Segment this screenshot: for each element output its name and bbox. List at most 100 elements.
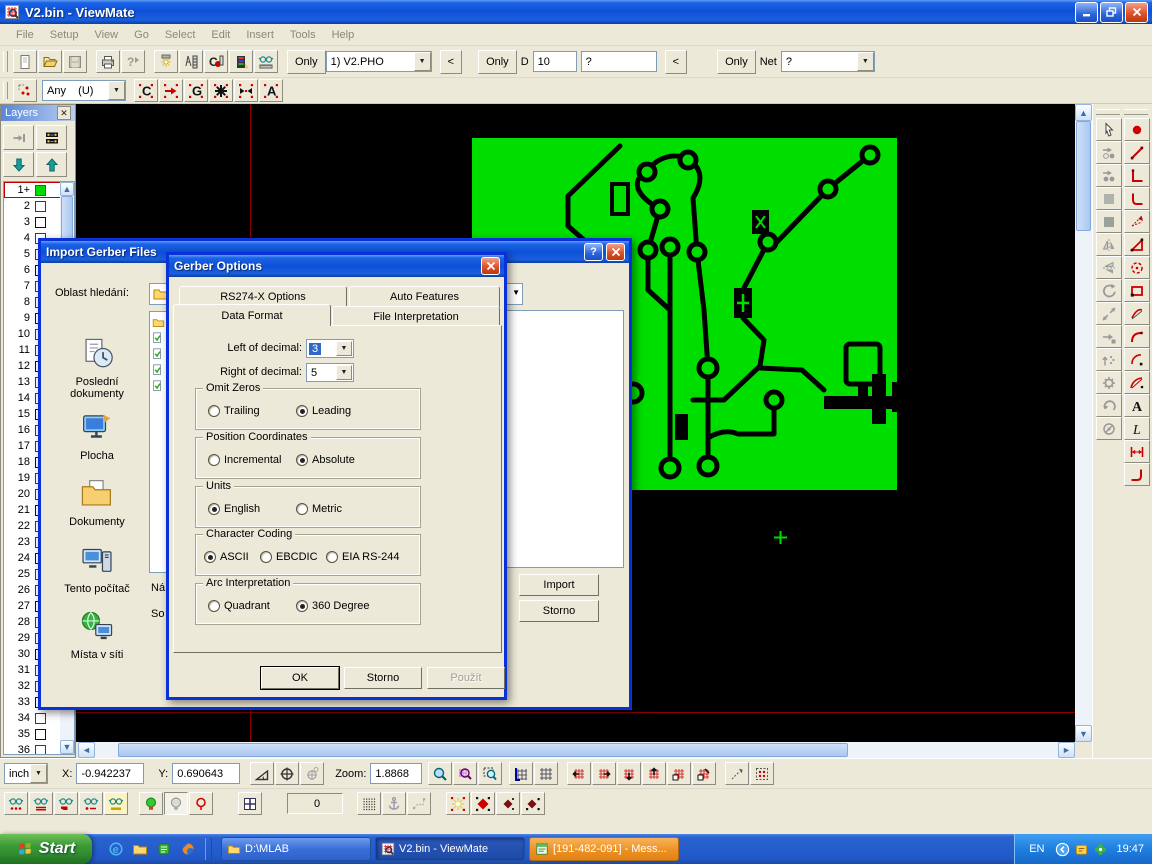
- flash-pad-2-button[interactable]: [496, 792, 520, 815]
- gerber-close-button[interactable]: [481, 257, 500, 275]
- mirror-horizontal-button[interactable]: [1096, 256, 1122, 279]
- settings-gear-button[interactable]: [1096, 371, 1122, 394]
- draw-rectangle-button[interactable]: [1124, 279, 1150, 302]
- draw-chord-button[interactable]: [1124, 302, 1150, 325]
- zoom-in-button[interactable]: [428, 762, 452, 785]
- save-file-button[interactable]: [63, 50, 87, 73]
- select-c-button[interactable]: C: [134, 79, 158, 102]
- gerber-dialog-titlebar[interactable]: Gerber Options: [169, 255, 504, 277]
- bulb-probe-button[interactable]: [189, 792, 213, 815]
- quicklaunch-firefox-icon[interactable]: [178, 839, 198, 859]
- layer-color-swatch[interactable]: [35, 201, 46, 212]
- selected-files-list[interactable]: [500, 310, 624, 568]
- layer-select[interactable]: 1) V2.PHO ▼: [326, 51, 432, 72]
- copy-selection-button[interactable]: [1096, 164, 1122, 187]
- menu-go[interactable]: Go: [126, 26, 157, 44]
- select-pads-button[interactable]: [234, 79, 258, 102]
- radio-360-degree[interactable]: 360 Degree: [296, 600, 370, 612]
- canvas-horizontal-scrollbar[interactable]: ◄ ►: [78, 742, 1075, 758]
- layer-scroll-down[interactable]: ▼: [60, 740, 74, 754]
- look-in-dropdown-icon[interactable]: ▼: [512, 288, 520, 297]
- draw-corner-button[interactable]: [1124, 187, 1150, 210]
- radio-leading[interactable]: Leading: [296, 405, 351, 417]
- radio-ebcdic[interactable]: EBCDIC: [260, 551, 318, 563]
- radio-trailing[interactable]: Trailing: [208, 405, 260, 417]
- mirror-vertical-button[interactable]: [1096, 233, 1122, 256]
- draw-circle-button[interactable]: [1124, 256, 1150, 279]
- place-recent-documents[interactable]: Poslední dokumenty: [49, 337, 145, 400]
- dcode-filter-input[interactable]: ?: [581, 51, 657, 72]
- draw-triangle-button[interactable]: [1124, 233, 1150, 256]
- path-points-button[interactable]: [407, 792, 431, 815]
- layer-color-swatch[interactable]: [35, 729, 46, 740]
- close-button[interactable]: [1125, 2, 1148, 23]
- apply-button[interactable]: Použít: [427, 667, 505, 689]
- dcode-input[interactable]: 10: [533, 51, 577, 72]
- window-grid-button[interactable]: [238, 792, 262, 815]
- only-net-button[interactable]: Only: [717, 50, 756, 74]
- taskbar-button-v2-bin-viewmate[interactable]: V2.bin - ViewMate: [375, 837, 525, 861]
- quicklaunch-folder-icon[interactable]: [130, 839, 150, 859]
- dialog-help-button[interactable]: ?: [584, 243, 603, 261]
- menu-setup[interactable]: Setup: [42, 26, 87, 44]
- draw-arc-chord-button[interactable]: [1124, 371, 1150, 394]
- bulb-on-button[interactable]: [139, 792, 163, 815]
- view-traces-button[interactable]: [29, 792, 53, 815]
- view-pads-button[interactable]: [4, 792, 28, 815]
- dialog-close-button[interactable]: [606, 243, 625, 261]
- radio-ascii[interactable]: ASCII: [204, 551, 249, 563]
- place-computer[interactable]: Tento počítač: [49, 544, 145, 595]
- dock-arrow-button[interactable]: [3, 125, 34, 150]
- draw-arc-corner-button[interactable]: [1124, 325, 1150, 348]
- origin-relative-button[interactable]: [300, 762, 324, 785]
- context-help-button[interactable]: ?: [121, 50, 145, 73]
- grid-pan-right-button[interactable]: [592, 762, 616, 785]
- palette-grip-2[interactable]: [1124, 109, 1148, 115]
- radio-incremental[interactable]: Incremental: [208, 454, 281, 466]
- new-file-button[interactable]: [13, 50, 37, 73]
- palette-grip[interactable]: [1096, 109, 1120, 115]
- grid-plain-button[interactable]: [534, 762, 558, 785]
- tab-file-interpretation[interactable]: File Interpretation: [332, 306, 500, 326]
- layers-close-icon[interactable]: ✕: [57, 106, 71, 120]
- right-of-decimal-dropdown[interactable]: ▼: [336, 365, 352, 380]
- draw-polyline-button[interactable]: [1124, 164, 1150, 187]
- grid-pan-up-button[interactable]: [642, 762, 666, 785]
- import-cancel-button[interactable]: Storno: [519, 600, 599, 622]
- inspect-glasses-button[interactable]: [254, 50, 278, 73]
- menu-tools[interactable]: Tools: [282, 26, 324, 44]
- select-cursor-button[interactable]: [1096, 118, 1122, 141]
- draw-fanout-button[interactable]: [1124, 210, 1150, 233]
- draw-line-button[interactable]: [1124, 141, 1150, 164]
- tray-clover[interactable]: [1093, 842, 1108, 857]
- flash-burst-button[interactable]: [446, 792, 470, 815]
- layer-color-swatch[interactable]: [35, 713, 46, 724]
- view-outlines-button[interactable]: [79, 792, 103, 815]
- prev-layer-button[interactable]: <: [440, 50, 462, 74]
- select-a-button[interactable]: A: [259, 79, 283, 102]
- place-network[interactable]: Místa v síti: [49, 610, 145, 661]
- view-shapes-button[interactable]: [54, 792, 78, 815]
- place-desktop[interactable]: Plocha: [49, 411, 145, 462]
- start-button[interactable]: Start: [0, 834, 92, 864]
- scroll-left-button[interactable]: ◄: [78, 742, 95, 758]
- fill-square-button[interactable]: [1096, 187, 1122, 210]
- layer-films-button[interactable]: [36, 125, 67, 150]
- resize-button[interactable]: [1096, 302, 1122, 325]
- zoom-value[interactable]: 1.8868: [370, 763, 422, 784]
- unit-dropdown[interactable]: ▼: [30, 764, 47, 783]
- grid-frame-button[interactable]: [509, 762, 533, 785]
- select-g-button[interactable]: G: [184, 79, 208, 102]
- zoom-grid-button[interactable]: [453, 762, 477, 785]
- menu-help[interactable]: Help: [324, 26, 363, 44]
- selection-mode-select[interactable]: Any (U) ▼: [42, 80, 126, 101]
- transform-button[interactable]: [1096, 325, 1122, 348]
- grid-pan-left-button[interactable]: [567, 762, 591, 785]
- starburst-button[interactable]: [154, 50, 178, 73]
- only-dcode-button[interactable]: Only: [478, 50, 517, 74]
- layer-scroll-up[interactable]: ▲: [60, 182, 74, 196]
- layers-panel-titlebar[interactable]: Layers ✕: [1, 105, 75, 121]
- language-indicator[interactable]: EN: [1025, 842, 1048, 856]
- place-documents[interactable]: Dokumenty: [49, 477, 145, 528]
- menu-file[interactable]: File: [8, 26, 42, 44]
